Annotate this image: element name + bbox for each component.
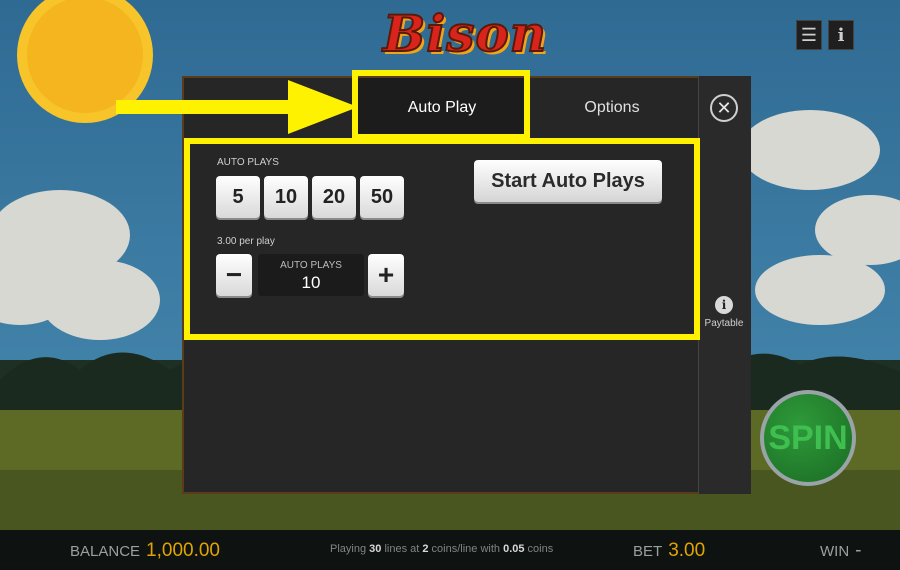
menu-icon[interactable]: ☰ xyxy=(796,20,822,50)
tab-options[interactable]: Options xyxy=(542,78,682,138)
arrow-icon xyxy=(116,80,358,134)
status-footer: BALANCE 1,000.00 Playing 30 lines at 2 co… xyxy=(0,530,900,570)
game-title: Bison Bonus xyxy=(373,3,555,123)
play-info-text: Playing 30 lines at 2 coins/line with 0.… xyxy=(330,543,553,555)
lines-count: 30 xyxy=(369,543,382,555)
info-suffix: coins xyxy=(524,543,554,555)
paytable-button[interactable]: i Paytable xyxy=(704,296,744,329)
win-label: WIN xyxy=(820,543,850,560)
bet-display: BET 3.00 xyxy=(633,540,705,562)
win-value: - xyxy=(855,540,862,561)
info-prefix: Playing xyxy=(330,543,370,555)
bet-value: 3.00 xyxy=(668,540,706,561)
win-display: WIN - xyxy=(820,540,862,562)
balance-display: BALANCE 1,000.00 xyxy=(70,540,220,562)
bet-label: BET xyxy=(633,543,663,560)
close-icon: ✕ xyxy=(716,97,732,118)
info-mid2: coins/line with xyxy=(428,543,504,555)
balance-value: 1,000.00 xyxy=(146,540,220,561)
modal-sidebar xyxy=(698,76,751,494)
highlight-tab-box xyxy=(352,70,530,140)
paytable-label: Paytable xyxy=(704,318,744,329)
info-icon[interactable]: i xyxy=(828,20,854,50)
highlight-content-box xyxy=(184,138,700,340)
coin-value: 0.05 xyxy=(503,543,525,555)
balance-label: BALANCE xyxy=(70,543,141,560)
info-mid1: lines at xyxy=(381,543,423,555)
spin-button[interactable]: SPIN xyxy=(760,390,856,486)
close-button[interactable]: ✕ xyxy=(710,94,738,122)
info-circle-icon: i xyxy=(715,296,733,314)
